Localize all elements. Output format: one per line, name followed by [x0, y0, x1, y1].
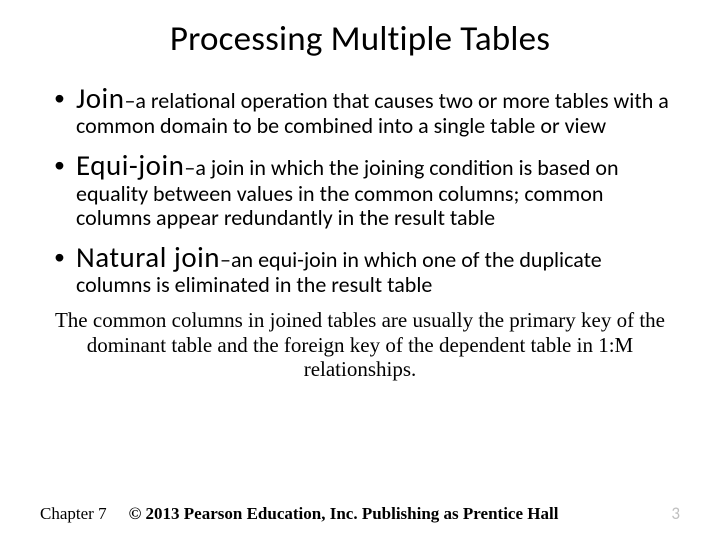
bullet-item: Equi-join–a join in which the joining co…	[50, 149, 680, 231]
bullet-list: Join–a relational operation that causes …	[40, 82, 680, 298]
slide-footer: Chapter 7 © 2013 Pearson Education, Inc.…	[40, 503, 680, 524]
term-natural-join: Natural join	[76, 239, 220, 275]
bullet-item: Natural join–an equi-join in which one o…	[50, 241, 680, 298]
term-join: Join	[76, 80, 124, 116]
term-equi-join: Equi-join	[76, 147, 184, 183]
footer-copyright: © 2013 Pearson Education, Inc. Publishin…	[129, 504, 559, 524]
bullet-item: Join–a relational operation that causes …	[50, 82, 680, 139]
slide-title: Processing Multiple Tables	[40, 18, 680, 60]
footer-page-number: 3	[671, 503, 680, 524]
term-desc: –a relational operation that causes two …	[76, 87, 669, 139]
footer-chapter: Chapter 7	[40, 504, 107, 524]
slide-note: The common columns in joined tables are …	[48, 308, 672, 382]
slide: Processing Multiple Tables Join–a relati…	[0, 0, 720, 540]
